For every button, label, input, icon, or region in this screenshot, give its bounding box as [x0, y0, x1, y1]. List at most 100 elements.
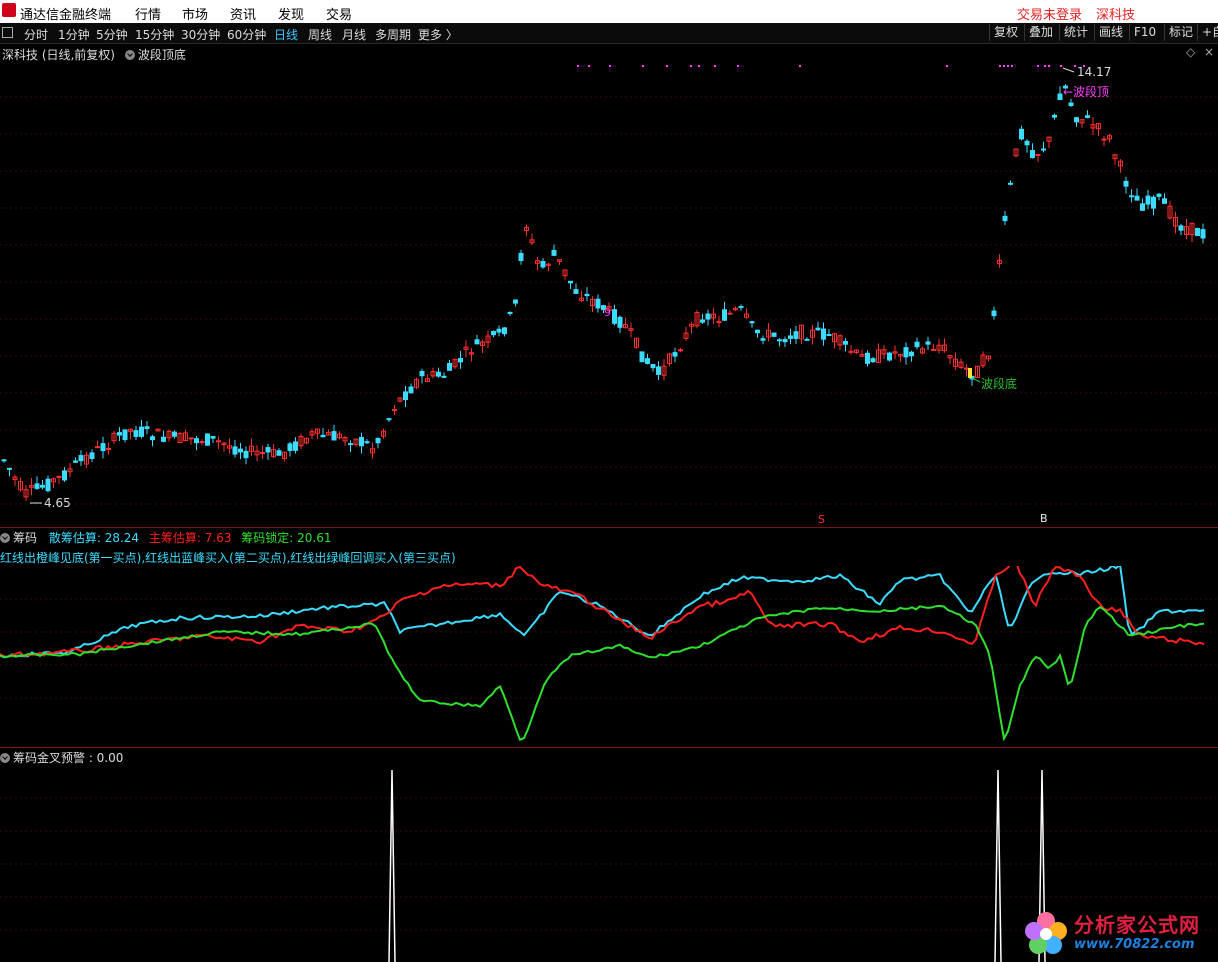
main-chip-line	[0, 566, 1205, 658]
candle-body	[513, 299, 518, 304]
period-tab-intraday[interactable]: 分时	[24, 26, 48, 43]
candle-body	[359, 436, 364, 447]
candle-body	[793, 331, 799, 339]
candle-body	[1129, 195, 1134, 198]
stock-name-link[interactable]: 深科技	[1096, 4, 1135, 23]
menu-bar: 通达信金融终端 行情 市场 资讯 发现 交易 交易未登录 深科技	[0, 0, 1218, 23]
candle-body	[518, 252, 524, 261]
candle-body	[188, 437, 194, 440]
candle-body	[7, 467, 12, 470]
period-tab-1min[interactable]: 1分钟	[58, 26, 90, 43]
add-favorite-button[interactable]: +自	[1197, 24, 1218, 41]
retail-chip-value: 散筹估算: 28.24	[48, 531, 140, 545]
candle-body	[507, 311, 513, 314]
candle-body	[991, 310, 997, 317]
menu-news[interactable]: 资讯	[230, 4, 256, 23]
login-status-link[interactable]: 交易未登录	[1017, 4, 1082, 23]
candle-body	[62, 470, 67, 481]
locked-chip-line	[0, 604, 1205, 742]
stats-button[interactable]: 统计	[1059, 24, 1092, 41]
wave-top-label: ←波段顶	[1063, 85, 1110, 99]
alert-spike	[388, 769, 396, 962]
candle-body	[194, 438, 199, 444]
period-tab-daily[interactable]: 日线	[274, 26, 298, 43]
candle-body	[260, 451, 265, 454]
candle-body	[821, 328, 826, 340]
chevron-down-icon[interactable]	[124, 50, 135, 60]
signal-dot	[1007, 65, 1009, 67]
candle-body	[1140, 203, 1145, 211]
watermark-title: 分析家公式网	[1074, 913, 1200, 937]
signal-dot	[714, 65, 716, 67]
candle-body	[1035, 153, 1041, 156]
sell-marker: S	[818, 513, 825, 526]
chip-line-chart[interactable]	[0, 566, 1218, 746]
candle-body	[496, 328, 502, 333]
close-icon[interactable]: ×	[1204, 45, 1214, 59]
candle-body	[375, 437, 381, 444]
candle-body	[1134, 195, 1140, 201]
candle-body	[89, 452, 95, 459]
period-tab-15min[interactable]: 15分钟	[135, 26, 174, 43]
menu-market[interactable]: 市场	[182, 4, 208, 23]
candle-body	[925, 341, 931, 345]
menu-trade[interactable]: 交易	[326, 4, 352, 23]
candle-body	[436, 371, 441, 377]
candle-body	[150, 436, 155, 441]
signal-dot	[642, 65, 644, 67]
candle-body	[612, 309, 617, 324]
candle-body	[491, 330, 496, 336]
candle-body	[133, 430, 139, 437]
app-logo-icon	[2, 3, 16, 17]
candle-body	[645, 358, 650, 364]
candle-body	[73, 460, 78, 463]
main-chip-value: 主筹估算: 7.63	[148, 531, 232, 545]
f10-button[interactable]: F10	[1129, 24, 1160, 41]
window-toggle-icon[interactable]	[2, 27, 13, 38]
candle-body	[441, 375, 447, 378]
period-tab-monthly[interactable]: 月线	[342, 26, 366, 43]
candle-body	[1200, 229, 1206, 239]
candle-body	[865, 352, 870, 364]
signal-dot	[609, 65, 611, 67]
adjust-button[interactable]: 复权	[989, 24, 1022, 41]
watermark-url: www.70822.com	[1074, 937, 1195, 952]
draw-button[interactable]: 画线	[1094, 24, 1127, 41]
period-tab-weekly[interactable]: 周线	[308, 26, 332, 43]
candle-body	[749, 321, 755, 324]
period-tab-multi[interactable]: 多周期	[375, 26, 411, 43]
chevron-down-icon[interactable]	[0, 753, 10, 763]
overlay-button[interactable]: 叠加	[1024, 24, 1057, 41]
candle-body	[320, 434, 326, 438]
candle-body	[34, 483, 40, 489]
mark-button[interactable]: 标记	[1164, 24, 1197, 41]
candle-body	[700, 319, 705, 323]
diamond-icon[interactable]: ◇	[1186, 45, 1195, 59]
candle-body	[1195, 227, 1200, 237]
period-tab-more[interactable]: 更多 〉	[418, 26, 458, 43]
signal-dot	[1011, 65, 1013, 67]
period-tab-30min[interactable]: 30分钟	[181, 26, 220, 43]
signal-dot	[588, 65, 590, 67]
period-tab-5min[interactable]: 5分钟	[96, 26, 128, 43]
candle-body	[870, 358, 876, 363]
chevron-down-icon[interactable]	[0, 533, 10, 543]
candle-body	[1178, 225, 1184, 231]
wave-bottom-label: 波段底	[981, 377, 1018, 391]
candle-body	[117, 432, 122, 436]
signal-dot	[737, 65, 739, 67]
period-toolbar: 分时 1分钟 5分钟 15分钟 30分钟 60分钟 日线 周线 月线 多周期 更…	[0, 23, 1218, 44]
signal-dot	[666, 65, 668, 67]
bottom-highlight-candle	[968, 368, 972, 378]
menu-quotes[interactable]: 行情	[135, 4, 161, 23]
signal-dot	[799, 65, 801, 67]
signal-dot	[698, 65, 700, 67]
period-tab-60min[interactable]: 60分钟	[227, 26, 266, 43]
candle-body	[265, 447, 271, 453]
candle-body	[540, 260, 546, 268]
candle-body	[722, 309, 727, 321]
alert-spike	[994, 769, 1002, 962]
signal-dot	[1044, 65, 1046, 67]
candlestick-chart[interactable]	[0, 60, 1218, 526]
menu-discover[interactable]: 发现	[278, 4, 304, 23]
